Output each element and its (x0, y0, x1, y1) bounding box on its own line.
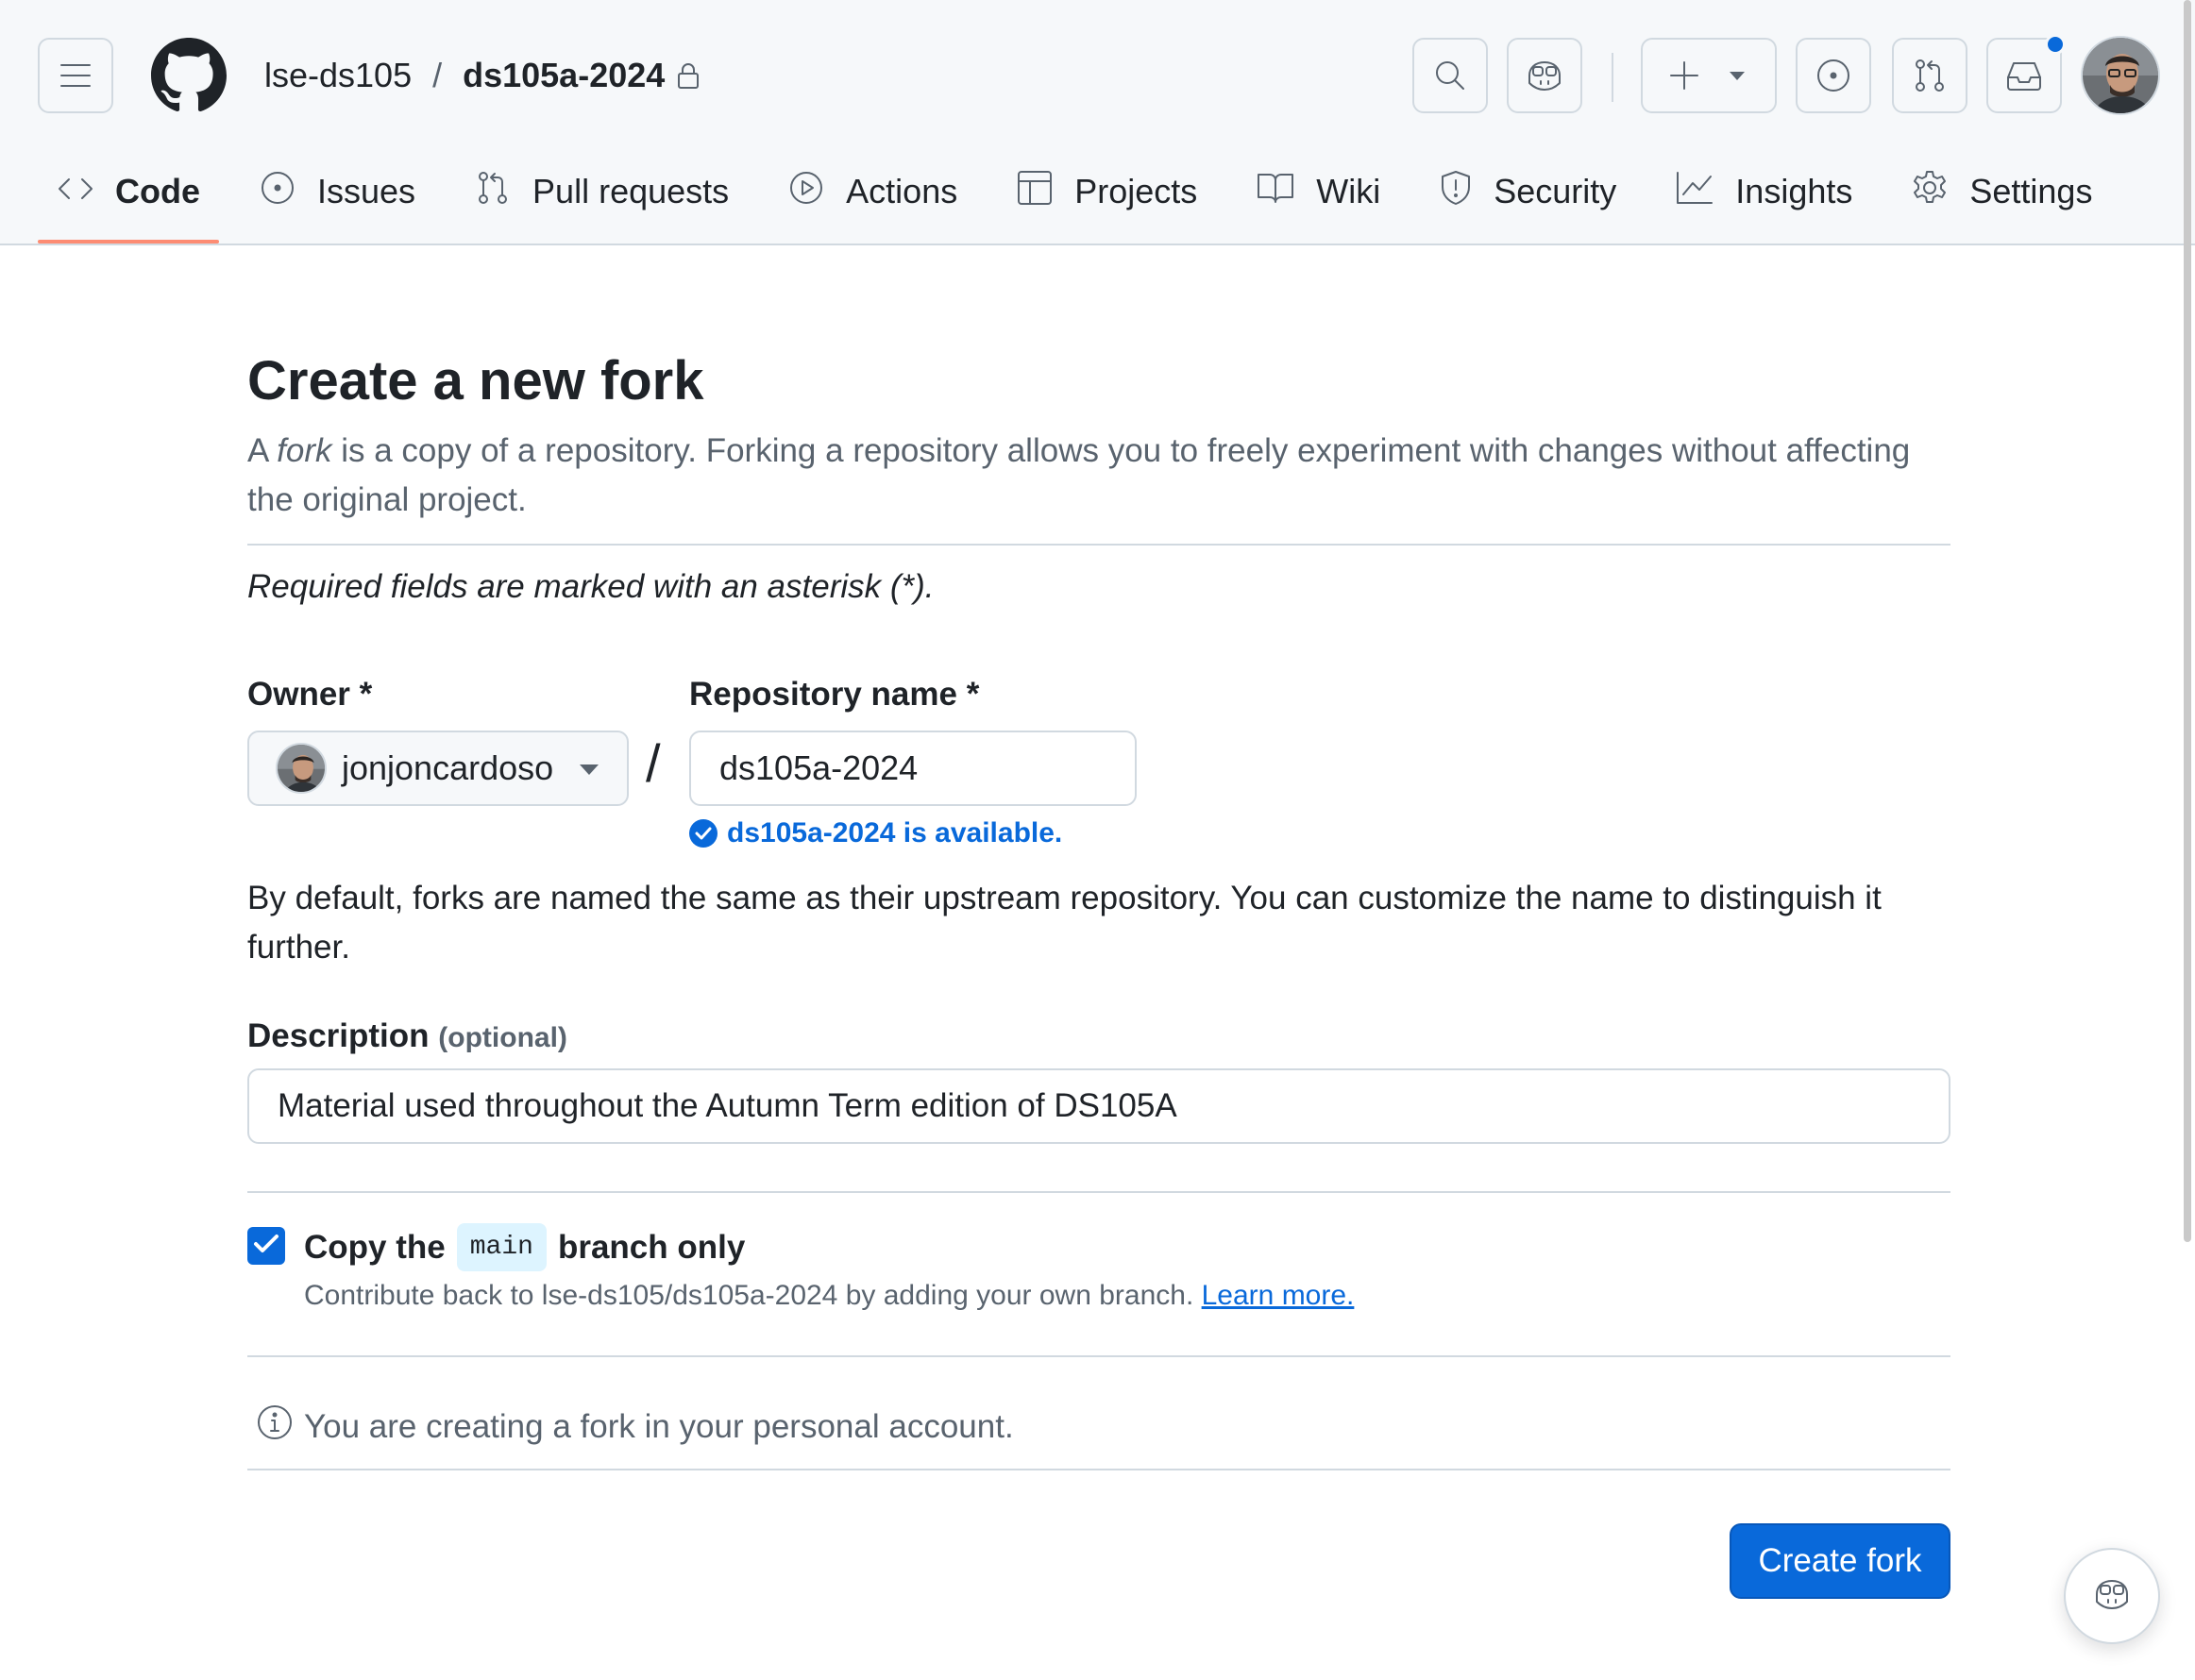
chevron-down-icon (1728, 69, 1747, 82)
search-icon (1431, 57, 1469, 94)
divider (247, 1191, 1950, 1193)
check-icon (253, 1234, 279, 1259)
info-icon (255, 1403, 304, 1451)
avatar[interactable] (2081, 36, 2160, 115)
owner-select[interactable]: jonjoncardoso (247, 731, 629, 806)
availability-text: ds105a-2024 is available. (727, 817, 1063, 848)
copilot-icon (1524, 57, 1565, 94)
repo-name-label: Repository name * (689, 676, 980, 713)
availability-message: ds105a-2024 is available. (689, 817, 1062, 849)
copilot-button[interactable] (1507, 38, 1582, 113)
search-button[interactable] (1412, 38, 1488, 113)
github-logo-icon[interactable] (151, 38, 227, 118)
menu-button[interactable] (38, 38, 113, 113)
tab-label: Code (115, 172, 200, 210)
plus-icon (1667, 59, 1701, 92)
owner-value: jonjoncardoso (342, 748, 554, 787)
personal-account-notice: You are creating a fork in your personal… (255, 1403, 1014, 1451)
naming-help-text: By default, forks are named the same as … (247, 880, 1882, 966)
tab-label: Insights (1735, 172, 1853, 210)
optional-tag: (optional) (438, 1022, 567, 1053)
check-circle-icon (689, 819, 718, 848)
issues-button[interactable] (1796, 38, 1871, 113)
required-fields-note: Required fields are marked with an aster… (247, 568, 935, 605)
tab-pull-requests[interactable]: Pull requests (455, 159, 748, 225)
branch-name-code: main (456, 1223, 547, 1271)
divider (247, 544, 1950, 546)
learn-more-link[interactable]: Learn more. (1202, 1280, 1355, 1311)
description-input[interactable] (247, 1068, 1950, 1144)
pull-request-icon (474, 169, 532, 215)
pull-request-icon (1911, 57, 1949, 94)
book-icon (1256, 171, 1316, 213)
pull-requests-button[interactable] (1892, 38, 1967, 113)
create-fork-button[interactable]: Create fork (1730, 1523, 1950, 1599)
lead-prefix: A (247, 432, 278, 469)
breadcrumb-separator: / (432, 56, 443, 94)
create-new-button[interactable] (1641, 38, 1777, 113)
copy-label-prefix: Copy the (304, 1228, 446, 1266)
breadcrumb-owner-link[interactable]: lse-ds105 (264, 56, 412, 95)
copy-help-text: Contribute back to lse-ds105/ds105a-2024… (304, 1280, 1194, 1311)
tab-settings[interactable]: Settings (1892, 159, 2111, 225)
table-icon (1016, 169, 1074, 215)
graph-icon (1675, 170, 1735, 214)
tab-issues[interactable]: Issues (240, 159, 434, 225)
chevron-down-icon (580, 764, 599, 775)
tab-security[interactable]: Security (1420, 159, 1635, 225)
owner-label: Owner * (247, 676, 373, 713)
issue-icon (259, 169, 317, 215)
shield-icon (1439, 169, 1494, 215)
lock-icon (676, 61, 701, 90)
tab-actions[interactable]: Actions (768, 159, 976, 225)
tab-projects[interactable]: Projects (997, 159, 1216, 225)
divider (247, 1469, 1950, 1470)
divider (247, 1355, 1950, 1357)
repo-tabs: Code Issues Pull requests Actions Projec… (38, 159, 2132, 244)
info-text: You are creating a fork in your personal… (304, 1407, 1014, 1445)
copy-branch-help: Contribute back to lse-ds105/ds105a-2024… (304, 1280, 1354, 1312)
menu-icon (59, 61, 93, 90)
copy-main-branch-label[interactable]: Copy the main branch only (304, 1223, 745, 1271)
description-label-text: Description (247, 1017, 430, 1054)
code-icon (57, 172, 115, 211)
issue-icon (1815, 57, 1852, 94)
tab-label: Wiki (1316, 172, 1381, 210)
breadcrumb: lse-ds105 / ds105a-2024 (264, 47, 701, 104)
tab-label: Pull requests (532, 172, 730, 210)
tab-label: Actions (846, 172, 958, 210)
tab-label: Settings (1969, 172, 2093, 210)
avatar (276, 743, 327, 794)
page-title: Create a new fork (247, 350, 704, 412)
tab-insights[interactable]: Insights (1656, 159, 1871, 225)
owner-repo-separator: / (646, 733, 661, 793)
copy-label-suffix: branch only (557, 1228, 746, 1266)
lead-rest: is a copy of a repository. Forking a rep… (247, 432, 1911, 518)
description-label: Description (optional) (247, 1017, 567, 1055)
gear-icon (1911, 169, 1969, 215)
repo-header: lse-ds105 / ds105a-2024 Code Issues Pull… (0, 0, 2195, 245)
inbox-icon (2004, 59, 2044, 92)
tab-label: Issues (317, 172, 416, 210)
copilot-chat-button[interactable] (2064, 1548, 2160, 1644)
play-icon (787, 169, 846, 215)
header-divider (1612, 53, 1613, 102)
tab-code[interactable]: Code (38, 159, 219, 244)
breadcrumb-repo-link[interactable]: ds105a-2024 (463, 56, 665, 95)
copy-main-branch-checkbox[interactable] (247, 1227, 285, 1265)
page-description: A fork is a copy of a repository. Forkin… (247, 427, 1950, 525)
copilot-icon (2091, 1575, 2133, 1618)
tab-label: Projects (1074, 172, 1198, 210)
tab-label: Security (1494, 172, 1617, 210)
lead-fork-term: fork (277, 432, 332, 469)
tab-wiki[interactable]: Wiki (1237, 159, 1399, 225)
repo-name-input[interactable] (689, 731, 1137, 806)
scrollbar[interactable] (2184, 0, 2191, 1242)
notification-indicator (2045, 34, 2066, 55)
